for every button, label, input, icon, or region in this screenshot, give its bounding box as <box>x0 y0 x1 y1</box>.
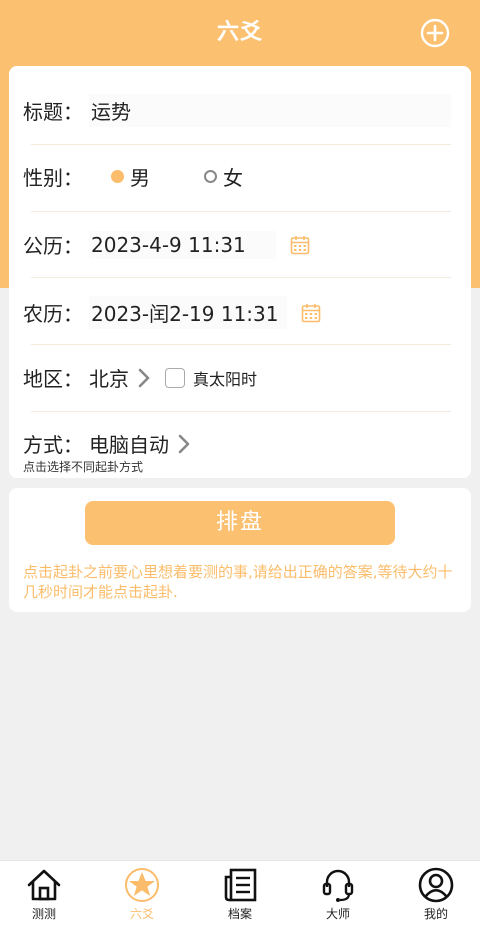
title-label: 标题： <box>23 100 83 124</box>
chevron-right-icon[interactable] <box>177 433 191 455</box>
chevron-right-icon[interactable] <box>137 367 151 389</box>
gender-label: 性别： <box>23 166 83 190</box>
divider <box>31 211 451 212</box>
solar-date-label: 公历： <box>23 234 83 258</box>
calendar-icon[interactable] <box>290 235 310 255</box>
gender-male-label: 男 <box>130 166 150 190</box>
solar-date-row: 公历： 2023-4-9 11:31 <box>23 230 451 259</box>
home-icon <box>27 869 61 901</box>
document-icon <box>224 868 257 902</box>
method-value[interactable]: 电脑自动 <box>89 429 169 458</box>
lunar-date-label: 农历： <box>23 302 83 326</box>
notice-text: 点击起卦之前要心里想着要测的事,请给出正确的答案,等待大约十几秒时间才能点击起卦… <box>23 563 453 601</box>
lunar-date-field[interactable]: 2023-闰2-19 11:31 <box>89 296 287 329</box>
radio-selected-icon <box>111 170 124 183</box>
gender-male-radio[interactable]: 男 <box>111 162 150 191</box>
radio-unselected-icon <box>204 170 217 183</box>
tab-label: 测测 <box>31 907 56 921</box>
lunar-date-row: 农历： 2023-闰2-19 11:31 <box>23 296 451 329</box>
divider <box>31 144 451 145</box>
tab-master[interactable]: 大师 <box>308 865 368 923</box>
title-input[interactable]: 运势 <box>89 94 451 127</box>
page-title: 六爻 <box>216 20 263 45</box>
action-card: 排盘 点击起卦之前要心里想着要测的事,请给出正确的答案,等待大约十几秒时间才能点… <box>9 488 471 612</box>
region-value[interactable]: 北京 <box>89 363 129 392</box>
gender-female-label: 女 <box>223 166 243 190</box>
headset-icon <box>322 869 354 902</box>
tab-ceci[interactable]: 测测 <box>14 865 74 923</box>
tab-label: 我的 <box>423 907 448 921</box>
title-row: 标题： 运势 <box>23 94 451 127</box>
solar-date-field[interactable]: 2023-4-9 11:31 <box>89 230 276 259</box>
tab-liuyao[interactable]: 六爻 <box>112 865 172 923</box>
gender-row: 性别： 男 女 <box>23 162 451 191</box>
tab-label: 六爻 <box>129 907 154 921</box>
star-icon <box>125 868 159 902</box>
add-icon[interactable] <box>420 18 450 48</box>
divider <box>31 277 451 278</box>
method-row: 方式： 电脑自动 <box>23 429 451 458</box>
tab-mine[interactable]: 我的 <box>406 865 466 923</box>
tab-label: 大师 <box>325 907 350 921</box>
region-label: 地区： <box>23 367 83 391</box>
divider <box>31 411 451 412</box>
true-solar-label: 真太阳时 <box>193 369 258 389</box>
divider <box>31 344 451 345</box>
true-solar-checkbox[interactable] <box>165 367 185 388</box>
profile-icon <box>418 867 454 903</box>
method-label: 方式： <box>23 433 83 457</box>
region-row: 地区： 北京 真太阳时 <box>23 363 451 392</box>
divination-form: 标题： 运势 性别： 男 女 公历： 2023-4-9 11:31 农历： 20… <box>9 66 471 478</box>
method-hint: 点击选择不同起卦方式 <box>23 460 144 474</box>
gender-female-radio[interactable]: 女 <box>204 162 243 191</box>
tab-archive[interactable]: 档案 <box>210 865 270 923</box>
calendar-icon[interactable] <box>301 303 321 323</box>
bottom-tab-bar: 测测 六爻 档案 大师 我的 <box>0 860 480 927</box>
tab-label: 档案 <box>227 907 252 921</box>
arrange-button[interactable]: 排盘 <box>85 501 395 545</box>
